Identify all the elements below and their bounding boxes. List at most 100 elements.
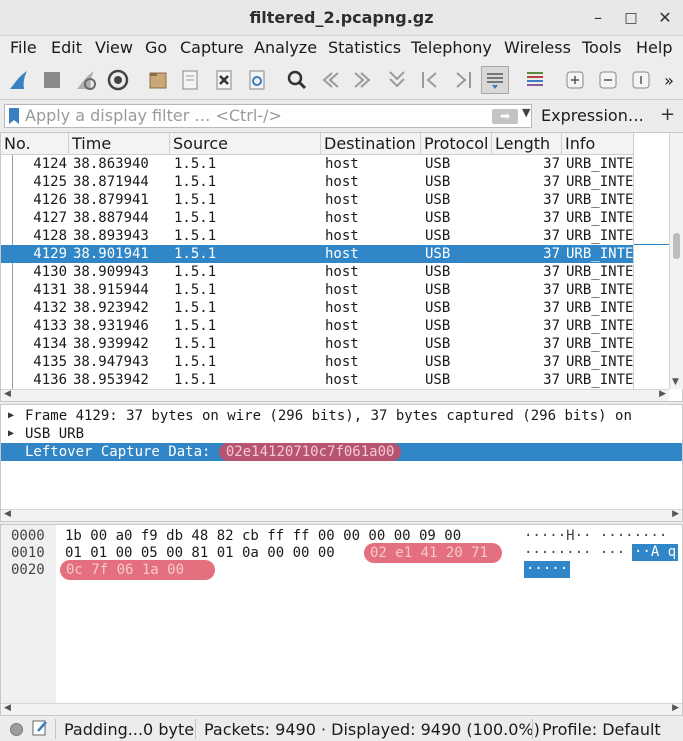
packet-time: 38.879941 xyxy=(73,192,149,208)
capture-options-icon[interactable] xyxy=(104,66,132,94)
auto-scroll-icon[interactable] xyxy=(481,66,509,94)
menu-telephony[interactable]: Telephony xyxy=(411,38,492,57)
packet-destination: host xyxy=(325,372,359,388)
display-filter-input[interactable] xyxy=(25,106,485,125)
packet-length: 37 xyxy=(543,210,560,226)
scroll-left-arrow-icon[interactable]: ◀ xyxy=(4,703,11,713)
add-filter-button[interactable]: + xyxy=(660,104,675,125)
packet-protocol: USB xyxy=(425,354,451,370)
menu-tools[interactable]: Tools xyxy=(582,38,621,57)
expert-info-icon[interactable] xyxy=(10,723,23,736)
packet-row[interactable]: 4136 38.953942 1.5.1 host USB 37 URB_INTERRUPT… xyxy=(1,371,633,389)
filter-history-dropdown-icon[interactable]: ▼ xyxy=(522,106,530,119)
last-packet-icon[interactable] xyxy=(449,66,477,94)
scroll-left-arrow-icon[interactable]: ◀ xyxy=(4,509,11,519)
scroll-right-arrow-icon[interactable]: ▶ xyxy=(672,509,679,519)
shark-fin-start-icon[interactable] xyxy=(5,66,33,94)
packet-list-hscrollbar[interactable]: ◀ ▶ xyxy=(1,389,669,401)
menu-edit[interactable]: Edit xyxy=(51,38,82,57)
scroll-left-arrow-icon[interactable]: ◀ xyxy=(4,389,11,399)
packet-row[interactable]: 4131 38.915944 1.5.1 host USB 37 URB_INTERRUPT… xyxy=(1,281,633,299)
expand-arrow-icon[interactable]: ▶ xyxy=(8,407,14,425)
reload-file-icon[interactable] xyxy=(243,66,271,94)
menu-go[interactable]: Go xyxy=(145,38,167,57)
column-no[interactable]: No. xyxy=(1,133,69,155)
packet-time: 38.931946 xyxy=(73,318,149,334)
packet-row[interactable]: 4129 38.901941 1.5.1 host USB 37 URB_INTERRUPT… xyxy=(1,245,633,263)
packet-number: 4126 xyxy=(33,192,67,208)
column-protocol[interactable]: Protocol xyxy=(421,133,492,155)
menu-capture[interactable]: Capture xyxy=(180,38,244,57)
packet-info: URB_INTERRUPT in xyxy=(566,372,633,388)
maximize-button[interactable]: □ xyxy=(619,6,643,30)
column-destination[interactable]: Destination xyxy=(321,133,421,155)
apply-filter-arrow-icon[interactable]: ➡ xyxy=(492,109,518,124)
save-file-icon[interactable] xyxy=(176,66,204,94)
expand-arrow-icon[interactable]: ▶ xyxy=(8,425,14,443)
packet-row[interactable]: 4134 38.939942 1.5.1 host USB 37 URB_INTERRUPT… xyxy=(1,335,633,353)
details-hscrollbar[interactable]: ◀ ▶ xyxy=(1,509,682,521)
edit-comment-icon[interactable] xyxy=(32,719,48,741)
scroll-right-arrow-icon[interactable]: ▶ xyxy=(672,703,679,713)
find-packet-icon[interactable] xyxy=(283,66,311,94)
column-length[interactable]: Length xyxy=(492,133,562,155)
packet-number: 4124 xyxy=(33,156,67,172)
normal-size-icon[interactable] xyxy=(627,66,655,94)
packet-row[interactable]: 4124 38.863940 1.5.1 host USB 37 URB_INTERRUPT… xyxy=(1,155,633,173)
bookmark-icon[interactable] xyxy=(9,108,19,124)
close-file-icon[interactable] xyxy=(210,66,238,94)
packet-row[interactable]: 4135 38.947943 1.5.1 host USB 37 URB_INTERRUPT… xyxy=(1,353,633,371)
packet-minimap[interactable] xyxy=(633,133,670,389)
column-info[interactable]: Info xyxy=(562,133,633,155)
go-back-icon[interactable] xyxy=(316,66,344,94)
packet-protocol: USB xyxy=(425,264,451,280)
restart-capture-icon[interactable] xyxy=(72,66,100,94)
scrollbar-thumb[interactable] xyxy=(673,233,680,259)
go-to-packet-icon[interactable] xyxy=(383,66,411,94)
tree-item-frame[interactable]: ▶ Frame 4129: 37 bytes on wire (296 bits… xyxy=(1,407,682,425)
colorize-icon[interactable] xyxy=(521,66,549,94)
scroll-right-arrow-icon[interactable]: ▶ xyxy=(659,389,666,399)
minimize-button[interactable]: – xyxy=(586,6,610,30)
byte-row[interactable]: 0000 1b 00 a0 f9 db 48 82 cb ff ff 00 00… xyxy=(1,527,682,545)
menu-view[interactable]: View xyxy=(95,38,133,57)
packet-row[interactable]: 4130 38.909943 1.5.1 host USB 37 URB_INTERRUPT… xyxy=(1,263,633,281)
menu-statistics[interactable]: Statistics xyxy=(328,38,401,57)
packet-row[interactable]: 4133 38.931946 1.5.1 host USB 37 URB_INTERRUPT… xyxy=(1,317,633,335)
packet-list-vscrollbar[interactable]: ▼ xyxy=(669,133,683,389)
toolbar-overflow-icon[interactable]: » xyxy=(658,66,680,94)
scroll-down-arrow-icon[interactable]: ▼ xyxy=(672,377,679,387)
packet-row[interactable]: 4125 38.871944 1.5.1 host USB 37 URB_INTERRUPT… xyxy=(1,173,633,191)
close-button[interactable]: ✕ xyxy=(653,6,677,30)
packet-length: 37 xyxy=(543,192,560,208)
column-time[interactable]: Time xyxy=(69,133,170,155)
packet-source: 1.5.1 xyxy=(174,282,217,298)
zoom-out-icon[interactable] xyxy=(594,66,622,94)
go-forward-icon[interactable] xyxy=(349,66,377,94)
packet-source: 1.5.1 xyxy=(174,372,217,388)
packet-info: URB_INTERRUPT in xyxy=(566,210,633,226)
zoom-in-icon[interactable] xyxy=(561,66,589,94)
open-file-icon[interactable] xyxy=(144,66,172,94)
packet-time: 38.915944 xyxy=(73,282,149,298)
first-packet-icon[interactable] xyxy=(416,66,444,94)
menu-help[interactable]: Help xyxy=(636,38,672,57)
packet-row[interactable]: 4127 38.887944 1.5.1 host USB 37 URB_INTERRUPT… xyxy=(1,209,633,227)
stop-capture-icon[interactable] xyxy=(38,66,66,94)
tree-item-leftover-data[interactable]: Leftover Capture Data: 02e14120710c7f061… xyxy=(1,443,682,461)
hex-highlight-2: 0c 7f 06 1a 00 xyxy=(60,560,215,580)
ascii-highlight-1: ··A q xyxy=(632,544,678,561)
bytes-hscrollbar[interactable]: ◀ ▶ xyxy=(1,703,682,715)
expression-button[interactable]: Expression… xyxy=(541,106,644,125)
menu-analyze[interactable]: Analyze xyxy=(254,38,317,57)
menu-wireless[interactable]: Wireless xyxy=(504,38,571,57)
status-profile[interactable]: Profile: Default xyxy=(542,720,661,739)
packet-row[interactable]: 4126 38.879941 1.5.1 host USB 37 URB_INTERRUPT… xyxy=(1,191,633,209)
column-source[interactable]: Source xyxy=(170,133,321,155)
menu-file[interactable]: File xyxy=(10,38,37,57)
packet-row[interactable]: 4128 38.893943 1.5.1 host USB 37 URB_INTERRUPT… xyxy=(1,227,633,245)
status-field-info: Padding...0 byte xyxy=(64,720,195,739)
tree-item-usb-urb[interactable]: ▶ USB URB xyxy=(1,425,682,443)
packet-number: 4136 xyxy=(33,372,67,388)
packet-row[interactable]: 4132 38.923942 1.5.1 host USB 37 URB_INTERRUPT… xyxy=(1,299,633,317)
